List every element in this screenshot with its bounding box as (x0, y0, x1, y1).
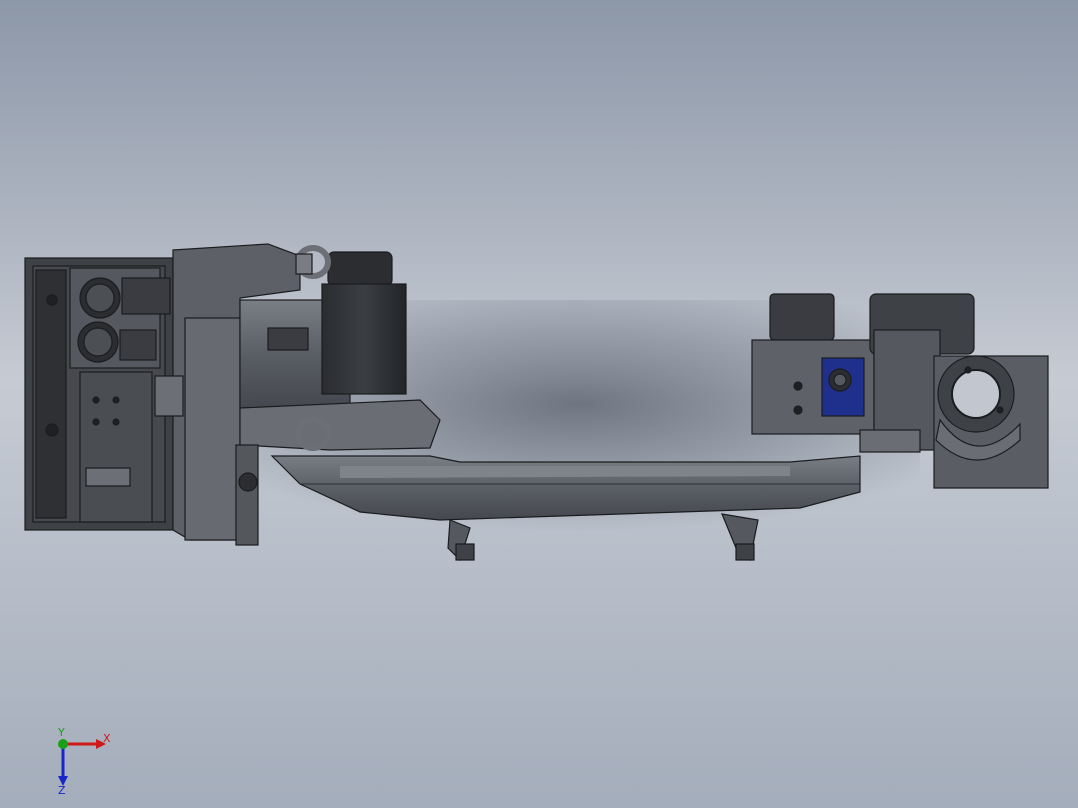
graphics-viewport[interactable]: X Y Z (0, 0, 1078, 808)
wrist-assembly[interactable] (751, 293, 1049, 489)
y-axis-label: Y (57, 728, 65, 739)
z-axis-label: Z (58, 784, 66, 794)
forearm-link[interactable] (270, 455, 861, 562)
x-axis-label: X (103, 732, 111, 745)
coordinate-triad: X Y Z (57, 728, 111, 794)
base-housing[interactable] (24, 257, 174, 531)
y-axis-origin (58, 739, 68, 749)
robot-arm-model[interactable] (0, 0, 1078, 808)
